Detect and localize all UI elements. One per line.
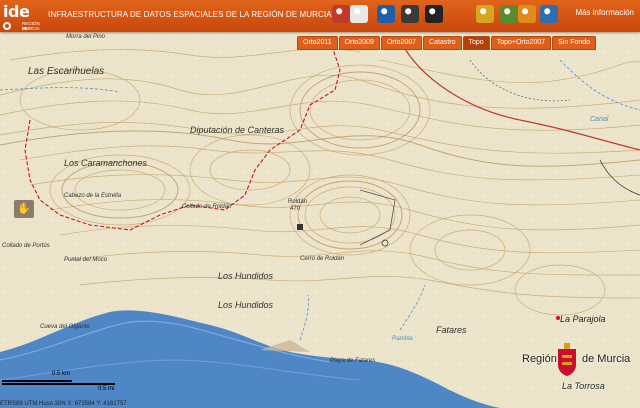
logo-sub-2: MURCIA — [22, 26, 40, 31]
printer-icon[interactable] — [401, 5, 419, 23]
label-parajola: La Parajola — [560, 314, 606, 324]
brand-text-2: de Murcia — [582, 353, 631, 365]
globe-icon[interactable] — [540, 5, 558, 23]
label-fatares: Fatares — [436, 325, 467, 335]
book-icon[interactable] — [332, 5, 350, 23]
pan-hand-icon[interactable]: ✋ — [14, 200, 34, 218]
label-cerro-roldan: Cerro de Roldán — [300, 256, 345, 262]
label-rambla: Rambla — [392, 336, 413, 342]
tab-orto2011[interactable]: Orto2011 — [297, 36, 338, 50]
label-caramanchones: Los Caramanchones — [64, 158, 148, 168]
print-map-icon[interactable] — [350, 5, 368, 23]
scale-km-bar — [2, 380, 72, 382]
region-shield-icon — [558, 343, 576, 376]
scale-mi-label: 0.5 mi — [98, 386, 115, 392]
site-title: INFRAESTRUCTURA DE DATOS ESPACIALES DE L… — [48, 10, 332, 19]
tab-catastro[interactable]: Catastro — [423, 36, 462, 50]
folder-icon[interactable] — [476, 5, 494, 23]
header-bar: ide REGIÓN DE MURCIA INFRAESTRUCTURA DE … — [0, 0, 640, 32]
coordinates-readout: ETRS89 UTM Huso 30N X: 673584 Y: 4161757 — [0, 401, 127, 407]
layer-tabs: Orto2011 Orto2009 Orto2007 Catastro Topo Topo… — [297, 36, 597, 50]
scale-mi-bar — [2, 383, 115, 385]
label-canal: Canal — [590, 116, 609, 123]
label-diputacion: Diputación de Canteras — [190, 125, 285, 135]
label-collado: Collado de Roldán — [182, 204, 232, 210]
tab-orto2009[interactable]: Orto2009 — [338, 36, 380, 50]
label-hundidos-1: Los Hundidos — [218, 271, 274, 281]
ide-logo[interactable]: ide REGIÓN DE MURCIA — [3, 2, 47, 32]
label-morra: Morra del Pino — [66, 34, 106, 40]
layers-add-icon[interactable] — [500, 5, 518, 23]
scale-bar: 0.5 km 0.5 mi — [2, 370, 130, 400]
label-playa: Playa de Fatares — [330, 358, 376, 364]
label-torrosa: La Torrosa — [562, 381, 605, 391]
binoculars-icon[interactable] — [425, 5, 443, 23]
label-roldan-alt: 470 — [290, 206, 301, 212]
pencil-icon[interactable] — [518, 5, 536, 23]
brand-text-1: Región — [522, 353, 557, 365]
more-info-link[interactable]: Más información — [575, 8, 634, 17]
label-cabezo: Cabezo de la Estrella — [64, 193, 122, 199]
region-brand: Región de Murcia La Torrosa — [520, 333, 636, 393]
logo-ring-icon — [3, 22, 11, 30]
label-roldan: Roldán — [288, 199, 308, 205]
label-escarihuelas: Las Escarihuelas — [28, 66, 105, 77]
peak-marker — [297, 224, 303, 230]
label-portus: Collado de Portús — [2, 243, 50, 249]
logo-text: ide — [3, 2, 30, 21]
tab-sin-fondo[interactable]: Sin Fondo — [552, 36, 597, 50]
label-puntal: Puntal del Moco — [64, 257, 108, 263]
info-icon[interactable] — [377, 5, 395, 23]
tab-orto2007[interactable]: Orto2007 — [380, 36, 423, 50]
label-cueva: Cueva del Gigante — [40, 324, 90, 330]
tab-topo-orto2007[interactable]: Topo+Orto2007 — [490, 36, 552, 50]
tab-topo[interactable]: Topo — [462, 36, 490, 50]
scale-km-label: 0.5 km — [52, 371, 71, 377]
label-hundidos-2: Los Hundidos — [218, 300, 274, 310]
